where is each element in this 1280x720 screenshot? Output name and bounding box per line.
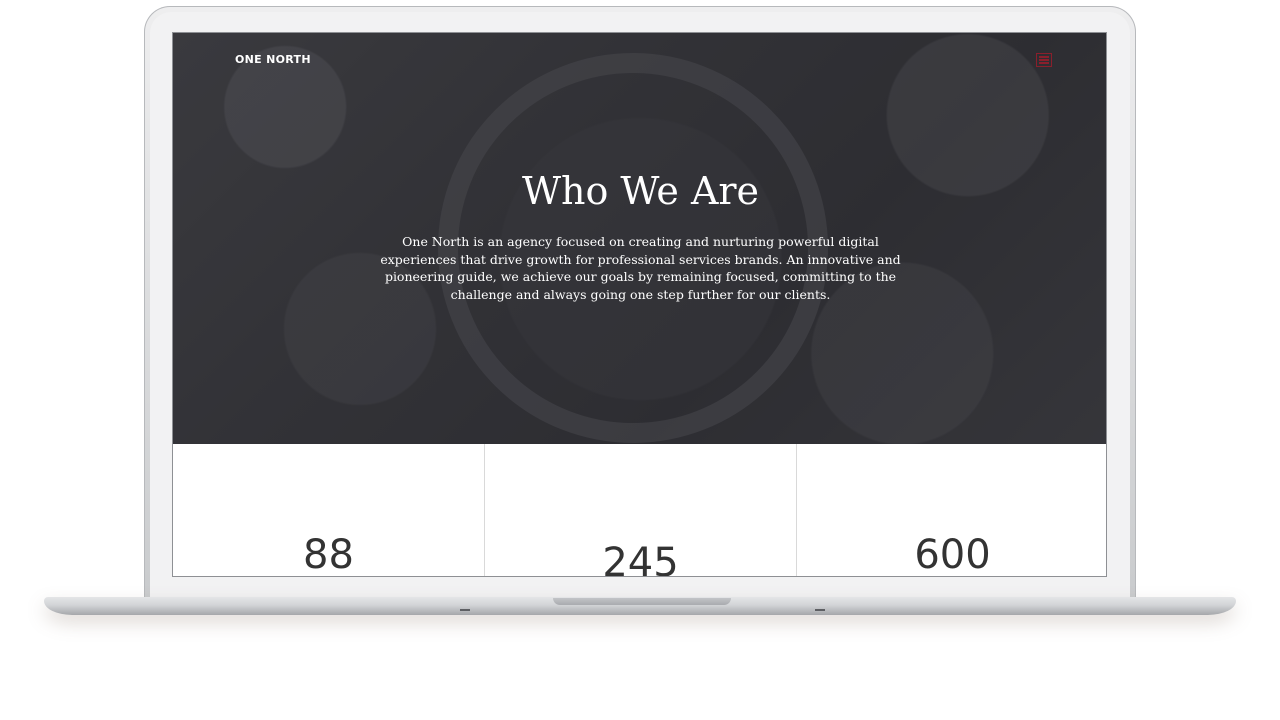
hamburger-menu-icon[interactable] (1036, 53, 1052, 67)
stats-section: 88 245 600 (173, 444, 1106, 577)
menu-bar (1039, 62, 1049, 65)
menu-bar (1039, 58, 1049, 61)
stat-value: 600 (914, 532, 991, 577)
laptop-screen: ONE NORTH Who We Are One North is an age… (172, 32, 1107, 577)
stat-card: 245 (485, 444, 797, 577)
stat-card: 88 (173, 444, 485, 577)
hero-description: One North is an agency focused on creati… (380, 234, 901, 302)
menu-bar (1039, 55, 1049, 58)
stat-value: 245 (602, 540, 679, 577)
hero-section: ONE NORTH Who We Are One North is an age… (173, 33, 1106, 444)
laptop-mockup: ONE NORTH Who We Are One North is an age… (0, 0, 1280, 720)
stat-value: 88 (303, 532, 354, 577)
brand-logo[interactable]: ONE NORTH (235, 53, 311, 66)
page-title: Who We Are (521, 169, 760, 213)
laptop-foot (815, 609, 825, 611)
laptop-foot (460, 609, 470, 611)
laptop-notch (553, 598, 731, 605)
stat-card: 600 (797, 444, 1106, 577)
